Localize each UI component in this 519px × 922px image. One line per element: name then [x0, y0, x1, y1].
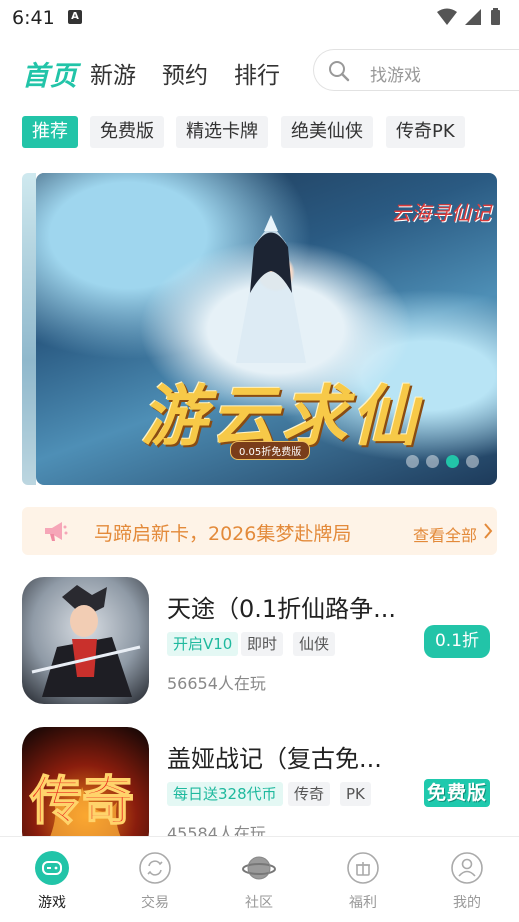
game-title: 天途（0.1折仙路争... [167, 595, 397, 623]
bottom-nav-profile[interactable]: 我的 [437, 851, 497, 917]
game-icon-text: 传奇 [29, 771, 134, 832]
status-time: 6:41 [12, 7, 55, 29]
game-tag: PK [340, 782, 371, 806]
game-icon: 传奇 [22, 727, 149, 854]
announcement-text: 马蹄启新卡，2026集梦赴牌局 [94, 523, 352, 545]
chevron-right-icon [484, 523, 493, 539]
chip-card-games[interactable]: 精选卡牌 [176, 116, 268, 148]
banner-corner-title: 云海寻仙记 [391, 201, 491, 225]
game-title: 盖娅战记（复古免... [167, 745, 382, 773]
game-tag-highlight: 开启V10 [167, 632, 239, 656]
chip-legend-pk[interactable]: 传奇PK [386, 116, 465, 148]
signal-icon [465, 9, 481, 25]
bottom-nav-welfare[interactable]: 福利 [333, 851, 393, 917]
gift-icon [347, 852, 379, 884]
game-icon [22, 577, 149, 704]
bottom-nav-community[interactable]: 社区 [229, 851, 289, 917]
bottom-nav-label: 社区 [245, 895, 273, 911]
game-tag: 即时 [241, 632, 284, 656]
bottom-nav-label: 福利 [349, 895, 377, 911]
notification-icon: A [68, 10, 82, 24]
announcement-bar[interactable]: 马蹄启新卡，2026集梦赴牌局 查看全部 [22, 507, 497, 555]
discount-button[interactable]: 0.1折 [424, 625, 490, 658]
carousel-dot[interactable] [406, 455, 419, 468]
game-tag: 仙侠 [293, 632, 336, 656]
gamepad-icon [35, 851, 69, 885]
tab-rankings[interactable]: 排行 [234, 56, 280, 90]
banner-carousel[interactable]: 云海寻仙记 游云求仙 0.05折免费版 [36, 173, 497, 485]
bottom-nav-label: 游戏 [38, 895, 66, 911]
search-input[interactable]: 找游戏 [313, 49, 519, 91]
carousel-dot[interactable] [426, 455, 439, 468]
game-tag: 传奇 [288, 782, 331, 806]
carousel-dot-active[interactable] [446, 455, 459, 468]
tab-home[interactable]: 首页 [22, 54, 78, 93]
wifi-icon [437, 8, 457, 25]
banner-character-art [236, 215, 306, 363]
planet-icon [242, 856, 276, 880]
view-all-link[interactable]: 查看全部 [413, 522, 477, 546]
banner-previous-peek[interactable] [22, 173, 36, 485]
game-list-item[interactable]: 天途（0.1折仙路争... 开启V10 即时 仙侠 56654人在玩 0.1折 [22, 577, 497, 705]
search-placeholder: 找游戏 [370, 66, 421, 86]
battery-icon [491, 10, 500, 25]
bottom-nav-trade[interactable]: 交易 [125, 851, 185, 917]
top-nav: 首页 新游 预约 排行 找游戏 [0, 44, 519, 98]
bottom-nav-games[interactable]: 游戏 [22, 851, 82, 917]
status-bar: 6:41 A [0, 0, 519, 36]
bottom-nav-label: 交易 [141, 895, 169, 911]
free-version-button[interactable]: 免费版 [424, 779, 490, 807]
search-icon [329, 61, 350, 82]
banner-badge: 0.05折免费版 [230, 441, 311, 460]
user-icon [451, 852, 483, 884]
exchange-icon [139, 852, 171, 884]
carousel-dot[interactable] [466, 455, 479, 468]
bottom-nav: 游戏 交易 社区 福利 我的 [0, 836, 519, 922]
chip-recommended[interactable]: 推荐 [22, 116, 78, 148]
tab-new-games[interactable]: 新游 [90, 56, 136, 90]
megaphone-icon [45, 522, 68, 541]
chip-free-version[interactable]: 免费版 [90, 116, 164, 148]
game-tag-highlight: 每日送328代币 [167, 782, 283, 806]
chip-xianxia[interactable]: 绝美仙侠 [281, 116, 373, 148]
status-icons [437, 8, 500, 25]
player-count: 56654人在玩 [167, 674, 266, 693]
tab-reservations[interactable]: 预约 [162, 56, 208, 90]
bottom-nav-label: 我的 [453, 895, 481, 911]
